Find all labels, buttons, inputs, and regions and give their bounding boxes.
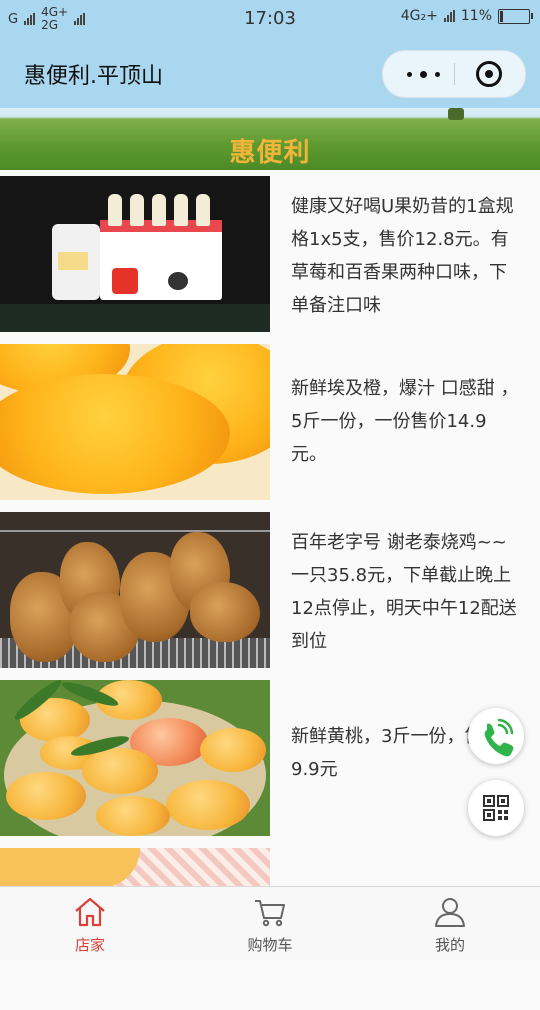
dot-icon [435, 72, 440, 77]
tab-store-label: 店家 [74, 936, 105, 954]
mango-shape [0, 848, 140, 888]
product-description: 健康又好喝U果奶昔的1盒规格1x5支，售价12.8元。有草莓和百香果两种口味，下… [291, 196, 514, 316]
page-title: 惠便利.平顶山 [24, 64, 163, 89]
more-menu-button[interactable] [405, 62, 445, 86]
bottle-shape [130, 194, 144, 226]
battery-level [500, 10, 503, 22]
bottle-shape [196, 194, 210, 226]
product-item[interactable]: 百年老字号 谢老泰烧鸡~~一只35.8元，下单截止晚上12点停止，明天中午12配… [0, 506, 540, 674]
store-banner: 惠便利 [0, 108, 540, 170]
status-right: 4G₂+ 11% [400, 8, 533, 24]
peach-shape [200, 728, 266, 772]
cart-icon [255, 900, 285, 927]
u-logo-icon [112, 268, 138, 294]
status-bar: G 4G+ 2G 17:03 4G₂+ 11% [0, 0, 540, 38]
battery-percent: 11% [460, 8, 492, 24]
tab-profile-label: 我的 [434, 936, 465, 954]
product-image-chicken [0, 512, 270, 668]
phone-icon [484, 718, 514, 757]
qr-code-icon [483, 795, 509, 821]
peach-shape [166, 780, 250, 830]
close-mini-program-button[interactable] [476, 61, 502, 87]
tab-cart[interactable]: 购物车 [180, 887, 360, 961]
dot-icon [407, 72, 412, 77]
product-item[interactable]: 新鲜黄桃，3斤一份，售价9.9元 [0, 674, 540, 842]
product-image-mango [0, 848, 270, 888]
home-icon [75, 897, 105, 927]
milkshake-box [100, 220, 222, 300]
bottle-shape [174, 194, 188, 226]
peach-shape [82, 748, 158, 794]
qr-code-button[interactable] [468, 780, 524, 836]
network-right-label: 4G₂+ [400, 8, 438, 24]
cow-icon [168, 272, 188, 290]
product-image-milkshake [0, 176, 270, 332]
tree-decoration [448, 108, 464, 120]
peach-shape [96, 796, 170, 836]
tab-bar: 店家 购物车 我的 [0, 886, 540, 961]
user-icon [435, 898, 465, 927]
tab-store[interactable]: 店家 [0, 887, 180, 961]
mini-program-capsule [382, 50, 526, 98]
product-image-orange [0, 344, 270, 500]
product-list: 健康又好喝U果奶昔的1盒规格1x5支，售价12.8元。有草莓和百香果两种口味，下… [0, 170, 540, 1010]
orange-slice [0, 374, 230, 494]
rack-bar [0, 530, 270, 532]
product-description: 新鲜埃及橙，爆汁 口感甜 ，5斤一份，一份售价14.9元。 [291, 378, 519, 465]
bottle-shape [108, 194, 122, 226]
nav-bar: 惠便利.平顶山 [0, 38, 540, 108]
table-surface [0, 304, 270, 332]
battery-icon [498, 8, 533, 24]
capsule-divider [454, 63, 455, 85]
call-button[interactable] [468, 708, 524, 764]
product-description: 百年老字号 谢老泰烧鸡~~一只35.8元，下单截止晚上12点停止，明天中午12配… [291, 532, 517, 652]
banner-title: 惠便利 [229, 138, 311, 168]
bottle-shape [152, 194, 166, 226]
peach-shape [6, 772, 86, 820]
chicken-shape [190, 582, 260, 642]
product-image-peach [0, 680, 270, 836]
product-item[interactable]: 新鲜埃及橙，爆汁 口感甜 ，5斤一份，一份售价14.9元。 [0, 338, 540, 506]
product-item[interactable]: 健康又好喝U果奶昔的1盒规格1x5支，售价12.8元。有草莓和百香果两种口味，下… [0, 170, 540, 338]
signal-bars-icon [443, 10, 455, 22]
dot-icon [420, 71, 427, 78]
tab-profile[interactable]: 我的 [360, 887, 540, 961]
tab-cart-label: 购物车 [247, 936, 293, 954]
phone-shape [52, 224, 100, 300]
